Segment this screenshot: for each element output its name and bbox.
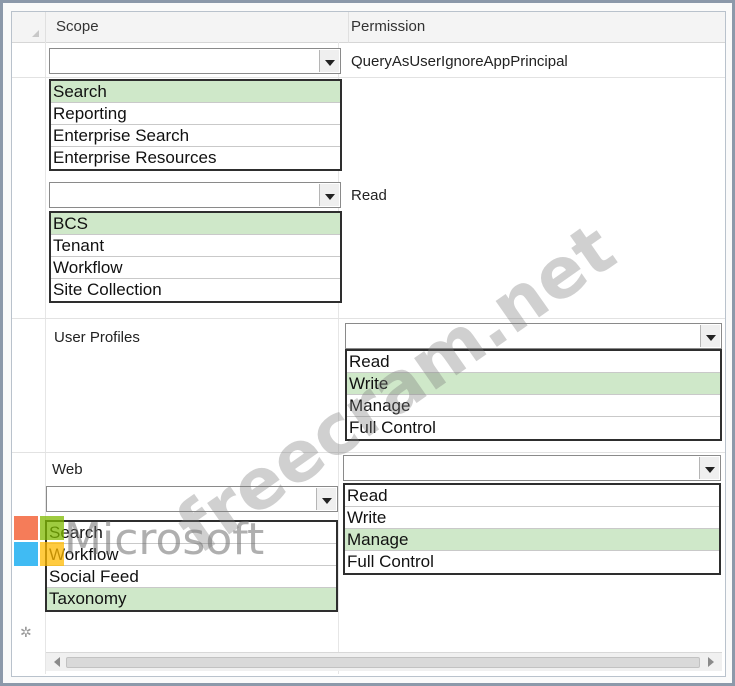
scope-value-row4: Web [52, 461, 83, 478]
dropdown-arrow-icon[interactable] [316, 488, 336, 510]
dropdown-arrow-icon[interactable] [700, 325, 720, 347]
permission-value-row2: Read [351, 187, 387, 204]
new-row-icon[interactable]: ✲ [20, 624, 32, 641]
option-search[interactable]: Search [51, 81, 340, 103]
permission-value-row1: QueryAsUserIgnoreAppPrincipal [351, 53, 568, 70]
dropdown-arrow-icon[interactable] [319, 184, 339, 206]
permission-options-row3: Read Write Manage Full Control [345, 349, 722, 441]
scope-value-row3: User Profiles [54, 329, 140, 346]
logo-square [14, 542, 38, 566]
scroll-left-icon[interactable] [54, 657, 60, 667]
scope-dropdown-row2[interactable] [49, 182, 341, 208]
option-taxonomy[interactable]: Taxonomy [47, 588, 336, 610]
option-site-collection[interactable]: Site Collection [51, 279, 340, 301]
option-full-control[interactable]: Full Control [345, 551, 719, 573]
row-divider [12, 452, 725, 453]
scope-dropdown-row1[interactable] [49, 48, 341, 74]
option-read[interactable]: Read [347, 351, 720, 373]
row-divider [12, 77, 725, 78]
scope-options-row1: Search Reporting Enterprise Search Enter… [49, 79, 342, 171]
option-enterprise-resources[interactable]: Enterprise Resources [51, 147, 340, 169]
option-read[interactable]: Read [345, 485, 719, 507]
permissions-grid: Scope Permission QueryAsUserIgnoreAppPri… [11, 11, 726, 677]
select-all-corner[interactable] [12, 12, 46, 43]
permission-header-label: Permission [351, 18, 426, 35]
option-reporting[interactable]: Reporting [51, 103, 340, 125]
option-manage[interactable]: Manage [345, 529, 719, 551]
option-manage[interactable]: Manage [347, 395, 720, 417]
logo-square [14, 516, 38, 540]
row-divider [12, 318, 725, 319]
option-full-control[interactable]: Full Control [347, 417, 720, 439]
option-write[interactable]: Write [347, 373, 720, 395]
option-write[interactable]: Write [345, 507, 719, 529]
dropdown-arrow-icon[interactable] [699, 457, 719, 479]
scroll-thumb[interactable] [66, 657, 700, 668]
permission-column-header[interactable]: Permission [349, 12, 725, 43]
option-social-feed[interactable]: Social Feed [47, 566, 336, 588]
dropdown-arrow-icon[interactable] [319, 50, 339, 72]
scope-options-row4: Search Workflow Social Feed Taxonomy [45, 520, 338, 612]
scroll-right-icon[interactable] [708, 657, 714, 667]
permission-dropdown-row3[interactable] [345, 323, 722, 349]
permission-options-row4: Read Write Manage Full Control [343, 483, 721, 575]
scope-dropdown-row4[interactable] [46, 486, 338, 512]
option-workflow[interactable]: Workflow [51, 257, 340, 279]
option-tenant[interactable]: Tenant [51, 235, 340, 257]
scope-options-row2: BCS Tenant Workflow Site Collection [49, 211, 342, 303]
scope-header-label: Scope [56, 18, 99, 35]
window-frame: Scope Permission QueryAsUserIgnoreAppPri… [0, 0, 735, 686]
option-search[interactable]: Search [47, 522, 336, 544]
scope-column-header[interactable]: Scope [46, 12, 349, 43]
horizontal-scrollbar[interactable] [46, 652, 722, 671]
option-workflow[interactable]: Workflow [47, 544, 336, 566]
permission-dropdown-row4[interactable] [343, 455, 721, 481]
option-enterprise-search[interactable]: Enterprise Search [51, 125, 340, 147]
option-bcs[interactable]: BCS [51, 213, 340, 235]
